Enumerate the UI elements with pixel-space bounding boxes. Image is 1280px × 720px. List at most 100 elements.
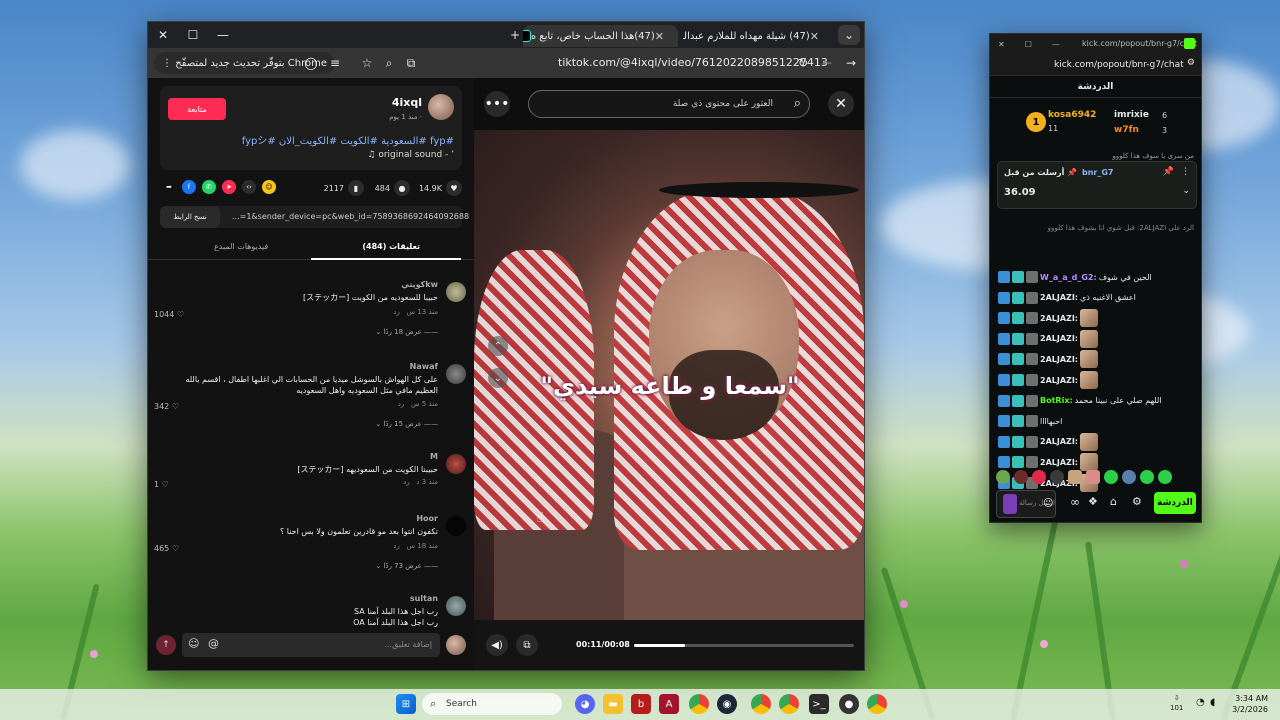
chat-username[interactable]: 2ALJAZI: bbox=[1040, 437, 1078, 446]
emoji-icon[interactable]: ☺ bbox=[1043, 498, 1053, 509]
emote-icon[interactable] bbox=[1086, 470, 1100, 484]
kick-url[interactable]: kick.com/popout/bnr-g7/chat bbox=[1054, 60, 1184, 70]
emote-icon[interactable] bbox=[996, 470, 1010, 484]
follow-button[interactable]: متابعة bbox=[168, 98, 226, 120]
chrome-icon[interactable] bbox=[751, 694, 771, 714]
send-comment-button[interactable]: ↑ bbox=[156, 635, 176, 655]
comment-username[interactable]: Nawaf bbox=[410, 362, 438, 371]
gear-icon[interactable]: ⚙ bbox=[1132, 495, 1142, 508]
share-icon[interactable]: ➦ bbox=[162, 180, 176, 194]
minimize-window-button[interactable]: — bbox=[1052, 40, 1060, 49]
like-action[interactable]: 14.9K ♥ bbox=[419, 180, 462, 196]
gift-icon[interactable]: ❖ bbox=[1088, 495, 1098, 508]
profile-icon[interactable]: ◯ bbox=[300, 56, 322, 70]
comment-likes[interactable]: 342 ♡ bbox=[154, 402, 179, 411]
close-video-button[interactable]: ✕ bbox=[828, 91, 854, 117]
app-icon[interactable]: A bbox=[659, 694, 679, 714]
emote-icon[interactable] bbox=[1122, 470, 1136, 484]
close-window-button[interactable]: ✕ bbox=[148, 22, 178, 48]
chat-username[interactable]: 2ALJAZI: bbox=[1040, 376, 1078, 385]
chat-input[interactable]: ارسل رسالة ☺ bbox=[996, 490, 1056, 518]
volume-icon[interactable]: ◀) bbox=[486, 634, 508, 656]
view-replies-button[interactable]: —— عرض 15 ردًا ⌄ bbox=[375, 420, 438, 428]
reply-button[interactable]: رد bbox=[403, 478, 410, 486]
send-to-friend-icon[interactable]: ➤ bbox=[222, 180, 236, 194]
forward-icon[interactable]: ← bbox=[816, 56, 838, 70]
video-caption[interactable]: #fyp #السعودية #الكويت #الكويت_الان #fyp… bbox=[242, 132, 454, 147]
comment-input[interactable]: ☺ @ إضافة تعليق... bbox=[182, 633, 440, 657]
comment-likes[interactable]: 465 ♡ bbox=[154, 544, 179, 553]
leader-name[interactable]: kosa6942 bbox=[1048, 110, 1096, 120]
chrome-icon[interactable] bbox=[867, 694, 887, 714]
pin-icon[interactable]: 📌 bbox=[1163, 167, 1174, 177]
more-options-button[interactable]: ••• bbox=[484, 91, 510, 117]
related-search-input[interactable]: ⌕ العثور على محتوى ذي صلة bbox=[528, 90, 810, 118]
chat-username[interactable]: 2ALJAZI: bbox=[1040, 293, 1078, 302]
taskbar-search[interactable]: ⌕ Search bbox=[422, 693, 562, 715]
embed-icon[interactable]: ‹› bbox=[242, 180, 256, 194]
chat-send-button[interactable]: الدردشة bbox=[1154, 492, 1196, 514]
taskbar-clock[interactable]: 3:34 AM 3/2/2026 bbox=[1232, 693, 1268, 715]
keyboard-layout[interactable]: ⇩ 101 bbox=[1170, 693, 1183, 713]
creator-avatar[interactable] bbox=[428, 94, 454, 120]
emoji-icon[interactable]: ☺ bbox=[188, 637, 199, 650]
emote-icon[interactable] bbox=[1104, 470, 1118, 484]
install-app-icon[interactable]: ⧉ bbox=[400, 56, 422, 71]
back-icon[interactable]: → bbox=[840, 56, 862, 70]
reload-icon[interactable]: ↻ bbox=[792, 56, 814, 70]
leader-name[interactable]: imrixie bbox=[1114, 110, 1149, 120]
bookmark-star-icon[interactable]: ☆ bbox=[356, 56, 378, 70]
address-bar[interactable]: tiktok.com/@4ixql/video/7612022089851227… bbox=[558, 56, 828, 69]
settings-icon[interactable]: ⚙ bbox=[1187, 58, 1195, 68]
emote-icon[interactable] bbox=[1032, 470, 1046, 484]
app-icon[interactable]: ● bbox=[839, 694, 859, 714]
commenter-avatar[interactable] bbox=[446, 364, 466, 384]
whatsapp-icon[interactable]: ✆ bbox=[202, 180, 216, 194]
emote-icon[interactable] bbox=[1158, 470, 1172, 484]
creator-name[interactable]: 4ixql bbox=[392, 96, 422, 109]
commenter-avatar[interactable] bbox=[446, 516, 466, 536]
view-replies-button[interactable]: —— عرض 18 ردًا ⌄ bbox=[375, 328, 438, 336]
infinity-icon[interactable]: ∞ bbox=[1070, 495, 1080, 509]
volume-icon[interactable]: ◖ bbox=[1210, 697, 1215, 708]
chrome-icon[interactable] bbox=[689, 694, 709, 714]
copy-link-button[interactable]: نسخ الرابط bbox=[160, 206, 220, 228]
chat-username[interactable]: BotRix: bbox=[1040, 396, 1073, 405]
store-icon[interactable]: ⌂ bbox=[1110, 495, 1117, 508]
close-window-button[interactable]: ✕ bbox=[998, 40, 1005, 49]
terminal-icon[interactable]: >_ bbox=[809, 694, 829, 714]
chat-username[interactable]: 2ALJAZI: bbox=[1040, 355, 1078, 364]
reply-button[interactable]: رد bbox=[393, 308, 400, 316]
emote-icon[interactable] bbox=[1050, 470, 1064, 484]
save-action[interactable]: 2117 ▮ bbox=[324, 180, 364, 196]
file-explorer-icon[interactable]: ▬ bbox=[603, 694, 623, 714]
previous-video-button[interactable]: ⌃ bbox=[488, 336, 508, 356]
comment-likes[interactable]: 1 ♡ bbox=[154, 480, 169, 489]
comment-username[interactable]: كويتيkw bbox=[401, 280, 438, 289]
leader-name[interactable]: w7fn bbox=[1114, 125, 1139, 135]
commenter-avatar[interactable] bbox=[446, 282, 466, 302]
chat-username[interactable]: 2ALJAZI: bbox=[1040, 314, 1078, 323]
tab-close-icon[interactable]: ✕ bbox=[655, 30, 664, 43]
maximize-window-button[interactable]: ☐ bbox=[1025, 40, 1032, 49]
search-icon[interactable]: ⌕ bbox=[378, 56, 400, 71]
chrome-icon[interactable] bbox=[779, 694, 799, 714]
next-video-button[interactable]: ⌄ bbox=[488, 368, 508, 388]
sound-link[interactable]: ♫ original sound - ’ bbox=[367, 150, 454, 160]
discord-icon[interactable]: ◕ bbox=[575, 694, 595, 714]
tab-close-icon[interactable]: ✕ bbox=[810, 30, 819, 43]
tab-creator-videos[interactable]: فيديوهات المبدع bbox=[214, 242, 268, 251]
more-icon[interactable]: ⋮ bbox=[1181, 167, 1190, 177]
tab-search-button[interactable]: ⌄ bbox=[838, 25, 860, 45]
mention-icon[interactable]: @ bbox=[208, 637, 219, 650]
network-icon[interactable]: ◔ bbox=[1196, 697, 1205, 708]
emote-icon[interactable] bbox=[1140, 470, 1154, 484]
comment-action[interactable]: 484 ● bbox=[375, 180, 410, 196]
reading-list-icon[interactable]: ≡ bbox=[324, 56, 346, 70]
minimize-window-button[interactable]: — bbox=[208, 22, 238, 48]
view-replies-button[interactable]: —— عرض 73 ردًا ⌄ bbox=[375, 562, 438, 570]
commenter-avatar[interactable] bbox=[446, 454, 466, 474]
app-icon[interactable]: b bbox=[631, 694, 651, 714]
comment-username[interactable]: M bbox=[430, 452, 438, 461]
chat-username[interactable]: 2ALJAZI: bbox=[1040, 334, 1078, 343]
